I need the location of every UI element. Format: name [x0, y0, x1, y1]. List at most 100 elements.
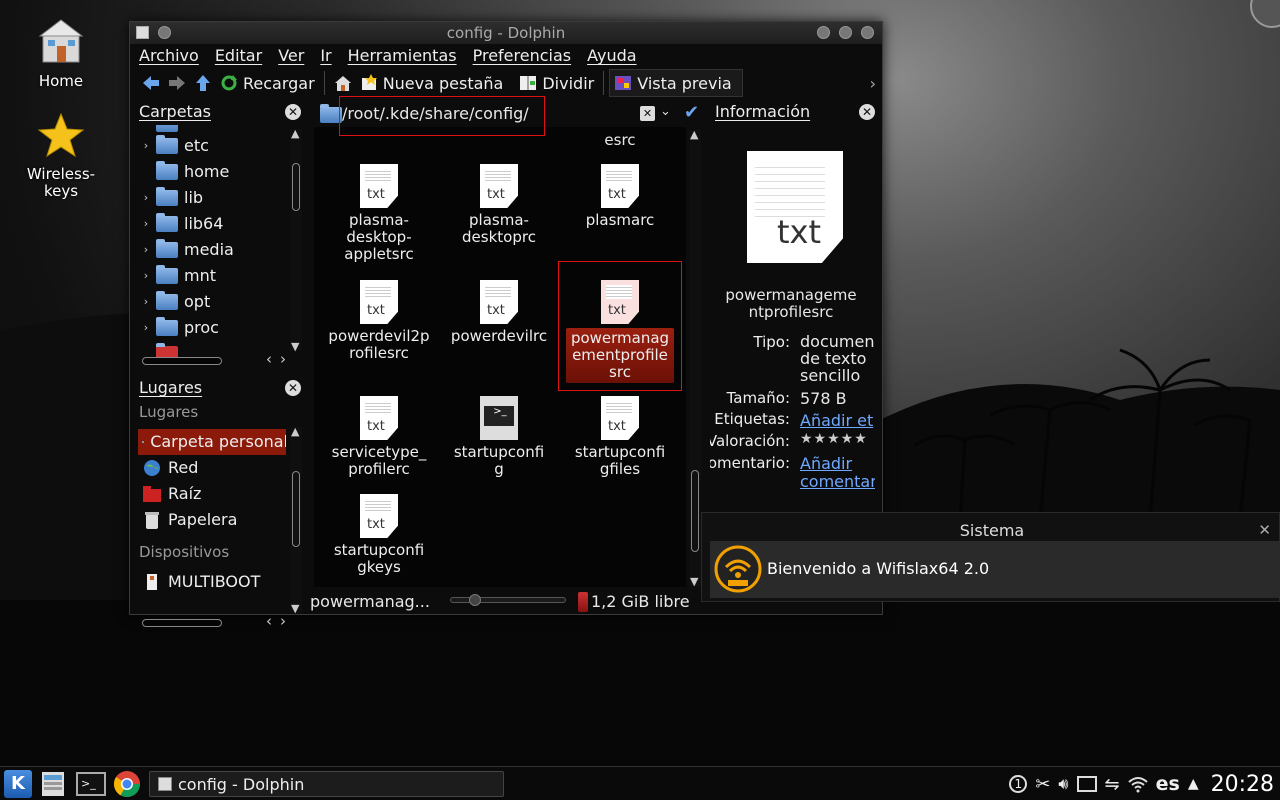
arrow-up-icon — [196, 75, 210, 91]
expand-arrow-icon[interactable]: › — [136, 263, 156, 289]
scrollbar-thumb[interactable] — [292, 163, 300, 211]
tree-item-home[interactable]: home — [136, 159, 229, 185]
zoom-slider-handle[interactable] — [469, 594, 481, 606]
tree-item-lib64[interactable]: › lib64 — [136, 211, 223, 237]
expand-arrow-icon[interactable]: › — [136, 289, 156, 315]
home-button[interactable] — [330, 69, 356, 97]
window-menu-icon[interactable] — [136, 26, 149, 39]
place-root[interactable]: Raíz — [142, 481, 201, 507]
places-horizontal-scrollbar[interactable]: ‹ › — [142, 612, 288, 630]
new-tab-button[interactable]: Nueva pestaña — [356, 69, 508, 97]
desktop-icon-home[interactable]: Home — [11, 18, 111, 90]
tree-item-lib[interactable]: › lib — [136, 185, 203, 211]
clear-location-icon[interactable]: ✕ — [640, 106, 655, 121]
scroll-up-icon[interactable]: ▲ — [291, 425, 299, 438]
places-vertical-scrollbar[interactable]: ▲ ▼ — [290, 425, 302, 615]
window-titlebar[interactable]: config - Dolphin — [130, 22, 882, 44]
folders-panel-close-icon[interactable]: ✕ — [285, 104, 301, 120]
display-icon[interactable] — [1076, 776, 1097, 792]
maximize-button[interactable] — [839, 26, 852, 39]
menu-archivo[interactable]: Archivo — [139, 44, 199, 68]
scroll-down-icon[interactable]: ▼ — [291, 340, 299, 353]
notifications-icon[interactable]: 1 — [1009, 775, 1028, 793]
klipper-icon[interactable]: ✂ — [1035, 774, 1050, 795]
scroll-right-icon[interactable]: › — [280, 350, 286, 368]
file-item-partial[interactable]: esrc — [560, 131, 680, 149]
tree-item-etc[interactable]: › etc — [136, 133, 209, 159]
expand-arrow-icon[interactable]: › — [136, 315, 156, 341]
scrollbar-thumb[interactable] — [142, 357, 222, 365]
usb-device-icon[interactable]: ⇋ — [1105, 774, 1120, 795]
minimize-button[interactable] — [817, 26, 830, 39]
menu-ver[interactable]: Ver — [278, 44, 304, 68]
file-item[interactable]: plasmarc — [560, 164, 680, 229]
kde-menu-icon[interactable]: K — [4, 770, 32, 798]
clock[interactable]: 20:28 — [1211, 772, 1274, 797]
file-item[interactable]: powerdevil2p rofilesrc — [319, 280, 439, 362]
tray-expand-icon[interactable]: ▲ — [1188, 776, 1199, 792]
keyboard-layout-indicator[interactable]: es — [1156, 773, 1180, 795]
expand-arrow-icon[interactable]: › — [136, 185, 156, 211]
scrollbar-thumb[interactable] — [292, 471, 300, 547]
back-button[interactable] — [138, 69, 164, 97]
file-item[interactable]: plasma- desktoprc — [439, 164, 559, 246]
file-manager-launcher-icon[interactable] — [40, 770, 66, 798]
zoom-slider[interactable] — [450, 594, 566, 606]
add-tags-link[interactable]: Añadir et — [800, 411, 873, 430]
desktop-icon-wireless-keys[interactable]: Wireless- keys — [11, 112, 111, 200]
chrome-launcher-icon[interactable] — [113, 770, 141, 798]
volume-icon[interactable]: 🔊︎ — [1058, 774, 1068, 794]
file-item[interactable]: powerdevilrc — [439, 280, 559, 345]
menu-herramientas[interactable]: Herramientas — [348, 44, 457, 68]
folders-vertical-scrollbar[interactable]: ▲ ▼ — [290, 127, 302, 353]
location-history-dropdown[interactable]: ⌄ — [660, 104, 671, 119]
scroll-up-icon[interactable]: ▲ — [690, 128, 698, 141]
places-panel-close-icon[interactable]: ✕ — [285, 380, 301, 396]
file-item[interactable]: plasma- desktop- appletsrc — [319, 164, 439, 263]
place-home[interactable]: Carpeta personal — [138, 429, 286, 455]
expand-arrow-icon[interactable]: › — [136, 133, 156, 159]
expand-arrow-icon[interactable]: › — [136, 211, 156, 237]
tree-item-mnt[interactable]: › mnt — [136, 263, 216, 289]
menu-preferencias[interactable]: Preferencias — [473, 44, 572, 68]
wifi-icon[interactable] — [1127, 775, 1148, 793]
menu-editar[interactable]: Editar — [215, 44, 262, 68]
scroll-up-icon[interactable]: ▲ — [291, 127, 299, 140]
up-button[interactable] — [190, 69, 216, 97]
confirm-location-icon[interactable]: ✔ — [684, 102, 699, 123]
close-button[interactable] — [861, 26, 874, 39]
tree-item-opt[interactable]: › opt — [136, 289, 210, 315]
scroll-left-icon[interactable]: ‹ — [266, 612, 272, 630]
file-item[interactable]: >_ startupconfi g — [439, 396, 559, 478]
place-network[interactable]: Red — [142, 455, 198, 481]
information-panel-close-icon[interactable]: ✕ — [859, 104, 875, 120]
file-item[interactable]: startupconfi gfiles — [560, 396, 680, 478]
file-item[interactable]: servicetype_ profilerc — [319, 396, 439, 478]
file-view-vertical-scrollbar[interactable]: ▲ ▼ — [689, 128, 701, 588]
scroll-left-icon[interactable]: ‹ — [266, 350, 272, 368]
reload-button[interactable]: Recargar — [216, 69, 319, 97]
tree-item-media[interactable]: › media — [136, 237, 234, 263]
forward-button[interactable] — [164, 69, 190, 97]
terminal-launcher-icon[interactable]: >_ — [76, 772, 106, 796]
expand-arrow-icon[interactable]: › — [136, 237, 156, 263]
sticky-button[interactable] — [158, 26, 171, 39]
scroll-right-icon[interactable]: › — [280, 612, 286, 630]
rating-stars[interactable]: ★★★★★ — [800, 431, 868, 447]
menu-ayuda[interactable]: Ayuda — [587, 44, 636, 68]
notification-close-icon[interactable]: ✕ — [1258, 521, 1271, 539]
scrollbar-thumb[interactable] — [691, 470, 699, 552]
split-button[interactable]: Dividir — [515, 69, 598, 97]
tree-item-proc[interactable]: › proc — [136, 315, 219, 341]
scrollbar-thumb[interactable] — [142, 619, 222, 627]
toolbar-overflow-icon[interactable]: › — [870, 74, 876, 93]
folders-horizontal-scrollbar[interactable]: ‹ › — [142, 350, 288, 368]
scroll-down-icon[interactable]: ▼ — [690, 575, 698, 588]
menu-ir[interactable]: Ir — [320, 44, 331, 68]
place-trash[interactable]: Papelera — [142, 507, 237, 533]
folder-icon — [156, 239, 178, 258]
file-item[interactable]: startupconfi gkeys — [319, 494, 439, 576]
taskbar-task-dolphin[interactable]: config - Dolphin — [149, 771, 504, 797]
add-comment-link[interactable]: Añadir comentar — [800, 455, 875, 491]
preview-button[interactable]: Vista previa — [609, 69, 743, 97]
